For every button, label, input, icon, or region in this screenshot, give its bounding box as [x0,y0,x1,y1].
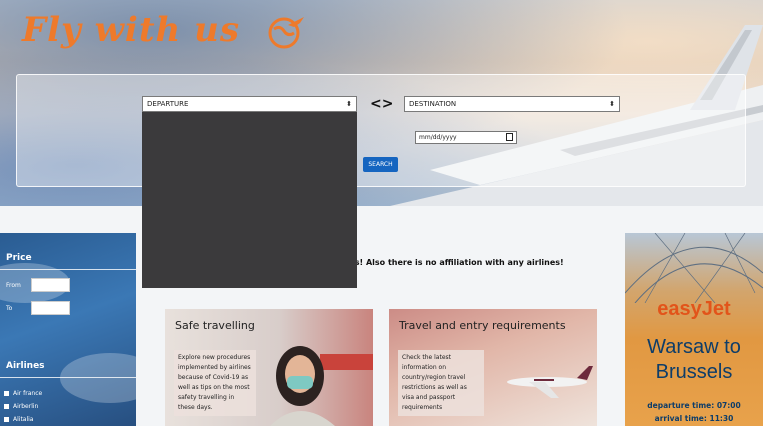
plane-globe-icon [268,17,304,49]
price-from-label: From [6,282,21,289]
ad-route-from: Warsaw to [647,336,741,358]
destination-select[interactable]: DESTINATION ⬍ [404,96,620,112]
cloud-shape [60,353,136,403]
departure-dropdown-list[interactable] [142,112,357,288]
safe-travelling-card[interactable]: Safe travelling Explore new procedures i… [165,309,373,426]
price-to-label: To [6,305,13,312]
ad-route-to: Brussels [655,361,733,383]
divider [0,377,136,378]
dome-structure-image [625,233,763,303]
easyjet-advert[interactable]: easyJet Warsaw to Brussels departure tim… [625,233,763,426]
woman-with-mask-image [270,346,373,426]
destination-select-value: DESTINATION [409,100,457,108]
filter-sidebar: Price From To Airlines Air france Airber… [0,233,136,426]
ad-departure-time: departure time: 07:00 [647,401,741,410]
ad-brand-logo: easyJet [657,298,731,320]
date-input[interactable]: mm/dd/yyyy [415,131,517,144]
airline-checkbox[interactable] [4,404,9,409]
entry-requirements-card[interactable]: Travel and entry requirements Check the … [389,309,597,426]
ad-route: Warsaw to Brussels [625,335,763,385]
airlines-heading: Airlines [6,361,45,371]
airline-checkbox[interactable] [4,417,9,422]
chevron-updown-icon: ⬍ [346,100,352,108]
logo-text[interactable]: Fly with us [22,10,240,50]
price-to-input[interactable] [31,301,70,315]
card-description: Explore new procedures implemented by ai… [174,350,256,416]
airline-label: Airberlin [13,403,39,410]
departure-select[interactable]: DEPARTURE ⬍ [142,96,357,112]
airline-label: Alitalia [13,416,34,423]
date-input-placeholder: mm/dd/yyyy [419,134,457,141]
chevron-updown-icon: ⬍ [609,100,615,108]
card-title: Travel and entry requirements [399,319,566,332]
calendar-icon[interactable] [506,133,513,141]
airplane-image [507,366,593,398]
airline-checkbox[interactable] [4,391,9,396]
price-from-input[interactable] [31,278,70,292]
card-description: Check the latest information on country/… [398,350,484,416]
divider [0,269,136,270]
swap-button[interactable]: <> [370,96,393,112]
price-heading: Price [6,253,32,263]
search-button[interactable]: SEARCH [363,157,398,172]
departure-select-value: DEPARTURE [147,100,189,108]
card-title: Safe travelling [175,319,255,332]
airline-label: Air france [13,390,43,397]
ad-arrival-time: arrival time: 11:30 [654,414,734,423]
